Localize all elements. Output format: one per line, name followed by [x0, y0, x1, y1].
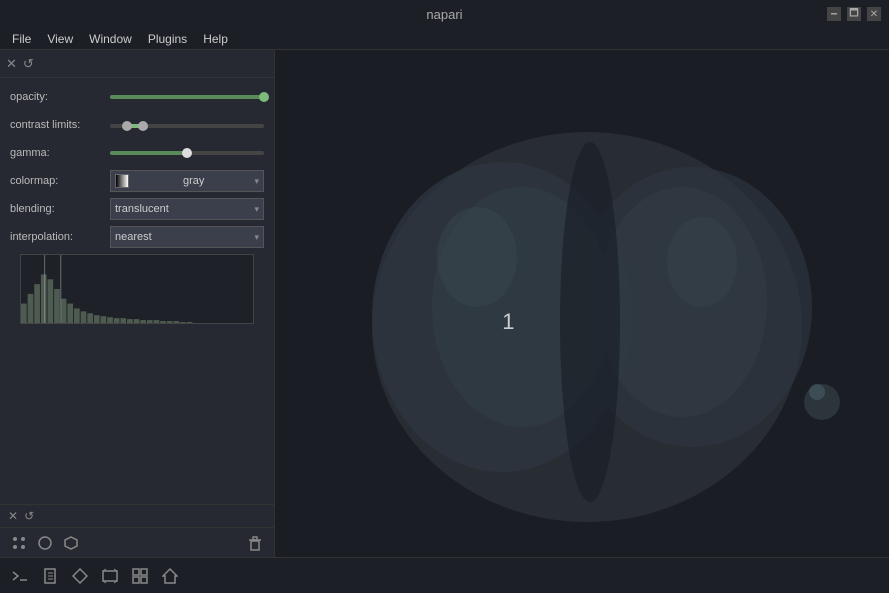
app-title: napari	[426, 7, 462, 22]
labels-layer-icon[interactable]	[60, 532, 82, 554]
minimize-button[interactable]: 🗕	[827, 7, 841, 21]
notebook-button[interactable]	[38, 564, 62, 588]
contrast-row: contrast limits:	[10, 114, 264, 136]
colormap-row: colormap: gray ▾	[10, 170, 264, 192]
contrast-control	[110, 122, 264, 128]
interpolation-dropdown[interactable]: nearest ▾	[110, 226, 264, 248]
layer-controls-row: ✕ ↺	[0, 504, 274, 528]
colormap-swatch	[115, 174, 129, 188]
left-panel: ✕ ↺ opacity: contrast limits:	[0, 50, 275, 593]
refresh-icon-2[interactable]: ↺	[24, 509, 34, 523]
colormap-dropdown[interactable]: gray ▾	[110, 170, 264, 192]
interpolation-value: nearest	[115, 231, 152, 243]
opacity-fill	[110, 95, 264, 99]
colormap-control: gray ▾	[110, 170, 264, 192]
contrast-low-thumb[interactable]	[122, 121, 132, 131]
menu-view[interactable]: View	[39, 30, 81, 48]
window-controls: 🗕 🗖 ✕	[827, 7, 881, 21]
contrast-track[interactable]	[110, 124, 264, 128]
blending-label: blending:	[10, 203, 110, 215]
blending-row: blending: translucent ▾	[10, 198, 264, 220]
blending-control: translucent ▾	[110, 198, 264, 220]
layer-type-controls	[0, 528, 274, 559]
opacity-thumb[interactable]	[259, 92, 269, 102]
opacity-label: opacity:	[10, 91, 110, 103]
gamma-row: gamma:	[10, 142, 264, 164]
image-canvas	[322, 107, 842, 537]
blending-dropdown[interactable]: translucent ▾	[110, 198, 264, 220]
shapes-layer-icon[interactable]	[34, 532, 56, 554]
viewer-panel[interactable]: 1 0 ▶ ⏭ 1430 2799	[275, 50, 889, 593]
close-icon-2[interactable]: ✕	[8, 509, 18, 523]
colormap-value: gray	[183, 175, 204, 187]
grid-button[interactable]	[128, 564, 152, 588]
opacity-control	[110, 95, 264, 99]
interpolation-arrow-icon: ▾	[254, 232, 259, 243]
bottom-toolbar	[0, 557, 889, 593]
shapes-button[interactable]	[68, 564, 92, 588]
colormap-arrow-icon: ▾	[254, 176, 259, 187]
close-button[interactable]: ✕	[867, 7, 881, 21]
properties-panel: opacity: contrast limits:	[0, 78, 274, 504]
contrast-label: contrast limits:	[10, 119, 110, 131]
menu-file[interactable]: File	[4, 30, 39, 48]
gamma-track[interactable]	[110, 151, 264, 155]
main-layout: ✕ ↺ opacity: contrast limits:	[0, 50, 889, 593]
terminal-button[interactable]	[8, 564, 32, 588]
refresh-icon[interactable]: ↺	[23, 56, 34, 72]
contrast-high-thumb[interactable]	[138, 121, 148, 131]
delete-layer-button[interactable]	[244, 532, 266, 554]
screenshot-button[interactable]	[98, 564, 122, 588]
interpolation-control: nearest ▾	[110, 226, 264, 248]
gamma-label: gamma:	[10, 147, 110, 159]
canvas-area: 1	[275, 50, 889, 593]
menu-window[interactable]: Window	[81, 30, 140, 48]
frame-label: 1	[502, 309, 514, 335]
points-layer-icon[interactable]	[8, 532, 30, 554]
controls-bar: ✕ ↺	[0, 50, 274, 78]
menubar: File View Window Plugins Help	[0, 28, 889, 50]
interpolation-row: interpolation: nearest ▾	[10, 226, 264, 248]
histogram	[20, 254, 254, 324]
opacity-track[interactable]	[110, 95, 264, 99]
gamma-thumb[interactable]	[182, 148, 192, 158]
opacity-row: opacity:	[10, 86, 264, 108]
maximize-button[interactable]: 🗖	[847, 7, 861, 21]
gamma-control	[110, 151, 264, 155]
menu-help[interactable]: Help	[195, 30, 236, 48]
interpolation-label: interpolation:	[10, 231, 110, 243]
blending-value: translucent	[115, 203, 169, 215]
menu-plugins[interactable]: Plugins	[140, 30, 195, 48]
close-icon[interactable]: ✕	[6, 56, 17, 72]
blending-arrow-icon: ▾	[254, 204, 259, 215]
home-button[interactable]	[158, 564, 182, 588]
colormap-label: colormap:	[10, 175, 110, 187]
titlebar: napari 🗕 🗖 ✕	[0, 0, 889, 28]
gamma-fill	[110, 151, 187, 155]
